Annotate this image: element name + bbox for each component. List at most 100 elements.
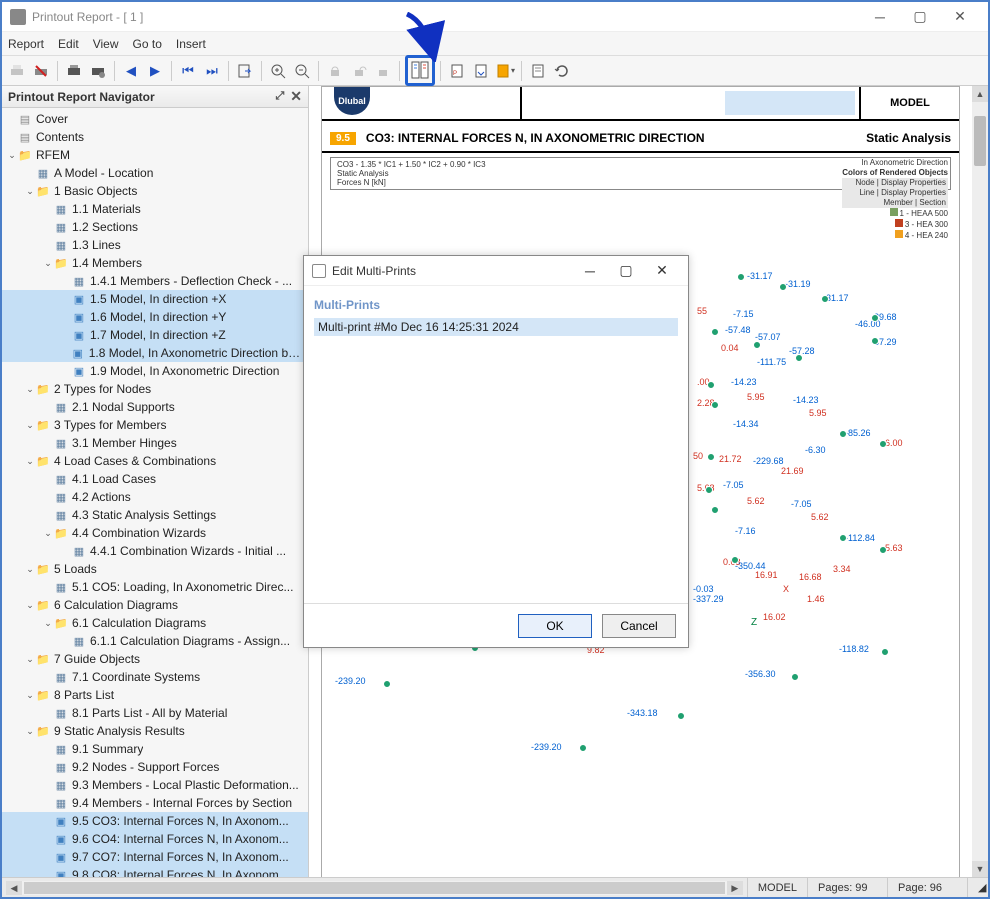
- zoom-out-icon[interactable]: [291, 60, 313, 82]
- tree-item[interactable]: ▣1.9 Model, In Axonometric Direction: [2, 362, 308, 380]
- caret-icon[interactable]: ⌄: [24, 186, 36, 197]
- tree-item[interactable]: ▦1.3 Lines: [2, 236, 308, 254]
- tree-item[interactable]: ▦7.1 Coordinate Systems: [2, 668, 308, 686]
- tree-item[interactable]: ▦8.1 Parts List - All by Material: [2, 704, 308, 722]
- force-label: 5.62: [747, 496, 765, 506]
- caret-icon[interactable]: ⌄: [24, 600, 36, 611]
- caret-icon[interactable]: ⌄: [24, 564, 36, 575]
- maximize-button[interactable]: ▢: [900, 2, 940, 32]
- force-label: 21.72: [719, 454, 742, 464]
- tree-item[interactable]: ▣1.7 Model, In direction +Z: [2, 326, 308, 344]
- multiprint-item[interactable]: Multi-print #Mo Dec 16 14:25:31 2024: [314, 318, 678, 336]
- pin-icon[interactable]: ⤢: [275, 90, 284, 103]
- caret-icon[interactable]: ⌄: [6, 150, 18, 161]
- tree-item[interactable]: ⌄📁1.4 Members: [2, 254, 308, 272]
- tree-item[interactable]: ▣9.6 CO4: Internal Forces N, In Axonom..…: [2, 830, 308, 848]
- pdf-export-icon[interactable]: P: [446, 60, 468, 82]
- node-marker: [383, 680, 391, 688]
- menu-edit[interactable]: Edit: [58, 37, 79, 51]
- minimize-button[interactable]: ─: [860, 2, 900, 32]
- force-label: -6.30: [805, 445, 826, 455]
- tree-item[interactable]: ▦9.1 Summary: [2, 740, 308, 758]
- tree-item[interactable]: ▦5.1 CO5: Loading, In Axonometric Direc.…: [2, 578, 308, 596]
- tree-item[interactable]: ⌄📁3 Types for Members: [2, 416, 308, 434]
- tree-item[interactable]: ▦2.1 Nodal Supports: [2, 398, 308, 416]
- print-icon[interactable]: [6, 60, 28, 82]
- tree-item[interactable]: ⌄📁4.4 Combination Wizards: [2, 524, 308, 542]
- prev-page-icon[interactable]: ◀: [120, 60, 142, 82]
- zoom-in-icon[interactable]: [267, 60, 289, 82]
- print-settings-icon[interactable]: [87, 60, 109, 82]
- tree-item[interactable]: ▦3.1 Member Hinges: [2, 434, 308, 452]
- caret-icon[interactable]: ⌄: [42, 618, 54, 629]
- close-button[interactable]: ✕: [940, 2, 980, 32]
- tree-item[interactable]: ⌄📁5 Loads: [2, 560, 308, 578]
- caret-icon[interactable]: ⌄: [42, 528, 54, 539]
- caret-icon[interactable]: ⌄: [24, 690, 36, 701]
- vertical-scrollbar[interactable]: ▲ ▼: [972, 86, 988, 877]
- tree-item[interactable]: ▦1.4.1 Members - Deflection Check - ...: [2, 272, 308, 290]
- tree-item[interactable]: ▦4.2 Actions: [2, 488, 308, 506]
- tree-item[interactable]: ▦4.1 Load Cases: [2, 470, 308, 488]
- cancel-button[interactable]: Cancel: [602, 614, 676, 638]
- tree-item[interactable]: ▤Contents: [2, 128, 308, 146]
- tree-item[interactable]: ⌄📁4 Load Cases & Combinations: [2, 452, 308, 470]
- tree-item[interactable]: ▣9.8 CO8: Internal Forces N, In Axonom..…: [2, 866, 308, 877]
- tree-item[interactable]: ⌄📁RFEM: [2, 146, 308, 164]
- tree-item[interactable]: ▣1.5 Model, In direction +X: [2, 290, 308, 308]
- lock-key-icon[interactable]: [372, 60, 394, 82]
- navigator-tree[interactable]: ▤Cover▤Contents⌄📁RFEM▦A Model - Location…: [2, 108, 308, 877]
- edit-multiprints-button[interactable]: [405, 55, 435, 86]
- caret-icon[interactable]: ⌄: [24, 420, 36, 431]
- tree-item[interactable]: ⌄📁6.1 Calculation Diagrams: [2, 614, 308, 632]
- resize-grip-icon[interactable]: ◢: [967, 878, 988, 897]
- tree-item[interactable]: ▦A Model - Location: [2, 164, 308, 182]
- tree-item[interactable]: ⌄📁2 Types for Nodes: [2, 380, 308, 398]
- tree-item[interactable]: ▣9.7 CO7: Internal Forces N, In Axonom..…: [2, 848, 308, 866]
- tree-item[interactable]: ▤Cover: [2, 110, 308, 128]
- caret-icon[interactable]: ⌄: [24, 654, 36, 665]
- tree-item[interactable]: ▦9.2 Nodes - Support Forces: [2, 758, 308, 776]
- tree-item[interactable]: ▣9.5 CO3: Internal Forces N, In Axonom..…: [2, 812, 308, 830]
- tree-item[interactable]: ▦1.2 Sections: [2, 218, 308, 236]
- tree-item[interactable]: ⌄📁8 Parts List: [2, 686, 308, 704]
- close-panel-icon[interactable]: ✕: [290, 88, 302, 105]
- dialog-maximize-button[interactable]: ▢: [608, 258, 644, 284]
- next-page-icon[interactable]: ▶: [144, 60, 166, 82]
- dialog-minimize-button[interactable]: ─: [572, 258, 608, 284]
- refresh-icon[interactable]: [551, 60, 573, 82]
- export-schedule-icon[interactable]: [470, 60, 492, 82]
- menu-report[interactable]: Report: [8, 37, 44, 51]
- first-page-icon[interactable]: ⏮: [177, 60, 199, 82]
- printer-icon[interactable]: [63, 60, 85, 82]
- tree-item[interactable]: ⌄📁1 Basic Objects: [2, 182, 308, 200]
- unlock-icon[interactable]: [348, 60, 370, 82]
- tree-item[interactable]: ▣1.6 Model, In direction +Y: [2, 308, 308, 326]
- menu-view[interactable]: View: [93, 37, 119, 51]
- tree-item[interactable]: ▦6.1.1 Calculation Diagrams - Assign...: [2, 632, 308, 650]
- tree-item[interactable]: ▦4.3 Static Analysis Settings: [2, 506, 308, 524]
- horizontal-scrollbar[interactable]: ◀▶: [6, 881, 743, 895]
- tree-item[interactable]: ▦4.4.1 Combination Wizards - Initial ...: [2, 542, 308, 560]
- goto-page-icon[interactable]: [234, 60, 256, 82]
- print-cancel-icon[interactable]: [30, 60, 52, 82]
- menu-insert[interactable]: Insert: [176, 37, 206, 51]
- menu-goto[interactable]: Go to: [133, 37, 162, 51]
- page-setup-icon[interactable]: [527, 60, 549, 82]
- tree-item[interactable]: ▦1.1 Materials: [2, 200, 308, 218]
- caret-icon[interactable]: ⌄: [24, 456, 36, 467]
- tree-item[interactable]: ⌄📁7 Guide Objects: [2, 650, 308, 668]
- tree-item[interactable]: ⌄📁9 Static Analysis Results: [2, 722, 308, 740]
- tree-item[interactable]: ▦9.4 Members - Internal Forces by Sectio…: [2, 794, 308, 812]
- tree-item[interactable]: ⌄📁6 Calculation Diagrams: [2, 596, 308, 614]
- last-page-icon[interactable]: ⏭: [201, 60, 223, 82]
- tree-item[interactable]: ▦9.3 Members - Local Plastic Deformation…: [2, 776, 308, 794]
- ok-button[interactable]: OK: [518, 614, 592, 638]
- lock-icon[interactable]: [324, 60, 346, 82]
- dialog-close-button[interactable]: ✕: [644, 258, 680, 284]
- caret-icon[interactable]: ⌄: [42, 258, 54, 269]
- caret-icon[interactable]: ⌄: [24, 384, 36, 395]
- tree-item[interactable]: ▣1.8 Model, In Axonometric Direction by …: [2, 344, 308, 362]
- caret-icon[interactable]: ⌄: [24, 726, 36, 737]
- export-icon[interactable]: ▾: [494, 60, 516, 82]
